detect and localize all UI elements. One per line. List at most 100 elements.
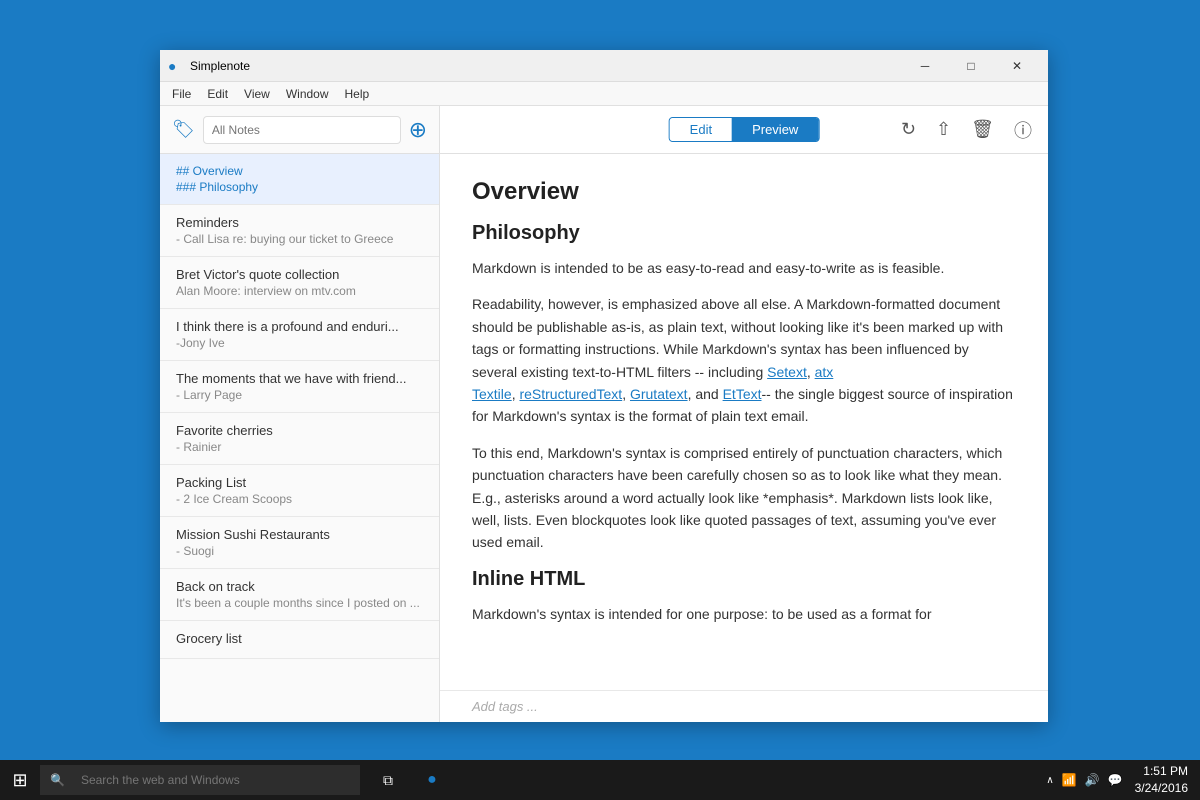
app-window: ● Simplenote ─ □ ✕ File Edit View Window… [160, 50, 1048, 722]
menu-view[interactable]: View [236, 85, 278, 103]
note-preview: It's been a couple months since I posted… [176, 596, 423, 610]
volume-icon: 🔊 [1085, 773, 1100, 787]
menu-bar: File Edit View Window Help [160, 82, 1048, 106]
window-titlebar: ● Simplenote ─ □ ✕ [160, 50, 1048, 82]
note-paragraph-1: Markdown is intended to be as easy-to-re… [472, 257, 1016, 279]
note-heading-3: Inline HTML [472, 568, 1016, 591]
link-grutatext[interactable]: Grutatext [630, 386, 688, 402]
maximize-button[interactable]: □ [948, 50, 994, 82]
note-preview: - Suogi [176, 544, 423, 558]
note-preview: -Jony Ive [176, 336, 423, 350]
systray: ∧ 📶 🔊 💬 [1046, 773, 1122, 787]
link-ettext[interactable]: EtText [723, 386, 762, 402]
menu-file[interactable]: File [164, 85, 199, 103]
note-title: ## Overview [176, 164, 423, 178]
note-paragraph-4: Markdown's syntax is intended for one pu… [472, 603, 1016, 625]
note-preview: ### Philosophy [176, 180, 423, 194]
network-icon: 📶 [1062, 773, 1077, 787]
window-controls: ─ □ ✕ [902, 50, 1040, 82]
notification-icon: 💬 [1108, 773, 1123, 787]
note-title: Mission Sushi Restaurants [176, 527, 423, 542]
search-icon: 🔍 [50, 773, 65, 787]
note-title: Favorite cherries [176, 423, 423, 438]
list-item[interactable]: Packing List - 2 Ice Cream Scoops [160, 465, 439, 517]
para2-text: Readability, however, is emphasized abov… [472, 296, 1003, 379]
clock: 1:51 PM 3/24/2016 [1135, 763, 1188, 797]
app-icon: ● [168, 58, 184, 74]
sidebar: 🏷 ⊕ ## Overview ### Philosophy Reminders… [160, 106, 440, 722]
note-preview: - Call Lisa re: buying our ticket to Gre… [176, 232, 423, 246]
list-item[interactable]: Bret Victor's quote collection Alan Moor… [160, 257, 439, 309]
list-item[interactable]: ## Overview ### Philosophy [160, 154, 439, 205]
comma3: , [622, 386, 630, 402]
search-input[interactable] [203, 116, 401, 144]
menu-help[interactable]: Help [337, 85, 378, 103]
windows-icon: ⊞ [12, 770, 27, 791]
note-title: Bret Victor's quote collection [176, 267, 423, 282]
note-heading-1: Overview [472, 178, 1016, 206]
edit-preview-toggle: Edit Preview [669, 117, 820, 142]
edit-button[interactable]: Edit [670, 118, 732, 141]
info-button[interactable]: ⓘ [1014, 117, 1032, 143]
taskbar-search-input[interactable] [81, 773, 321, 787]
minimize-button[interactable]: ─ [902, 50, 948, 82]
info-icon: ⓘ [1014, 121, 1032, 141]
task-view-icon: ⧉ [383, 772, 393, 789]
link-setext[interactable]: Setext [767, 364, 807, 380]
date-display: 3/24/2016 [1135, 780, 1188, 797]
share-button[interactable]: ⇧ [936, 117, 951, 143]
note-preview: Alan Moore: interview on mtv.com [176, 284, 423, 298]
tag-icon: 🏷 [172, 119, 195, 140]
menu-edit[interactable]: Edit [199, 85, 236, 103]
main-toolbar: Edit Preview ↻ ⇧ 🗑 [440, 106, 1048, 154]
app-content: 🏷 ⊕ ## Overview ### Philosophy Reminders… [160, 106, 1048, 722]
note-paragraph-2: Readability, however, is emphasized abov… [472, 293, 1016, 427]
toolbar-inner: Edit Preview ↻ ⇧ 🗑 [456, 117, 1032, 143]
note-preview: - Rainier [176, 440, 423, 454]
add-tags[interactable]: Add tags ... [472, 699, 538, 714]
delete-button[interactable]: 🗑 [971, 117, 994, 143]
simplenote-taskbar-button[interactable]: ● [412, 760, 452, 800]
history-icon: ↻ [901, 119, 916, 139]
link-textile[interactable]: Textile [472, 386, 512, 402]
window-title: Simplenote [190, 59, 902, 73]
note-preview: - 2 Ice Cream Scoops [176, 492, 423, 506]
list-item[interactable]: Mission Sushi Restaurants - Suogi [160, 517, 439, 569]
taskbar-right: ∧ 📶 🔊 💬 1:51 PM 3/24/2016 [1046, 763, 1200, 797]
list-item[interactable]: The moments that we have with friend... … [160, 361, 439, 413]
preview-button[interactable]: Preview [732, 118, 818, 141]
list-item[interactable]: I think there is a profound and enduri..… [160, 309, 439, 361]
notes-list: ## Overview ### Philosophy Reminders - C… [160, 154, 439, 722]
sidebar-header: 🏷 ⊕ [160, 106, 439, 154]
note-title: Packing List [176, 475, 423, 490]
menu-window[interactable]: Window [278, 85, 337, 103]
link-atx[interactable]: atx [815, 364, 834, 380]
note-heading-2: Philosophy [472, 222, 1016, 245]
history-button[interactable]: ↻ [901, 117, 916, 143]
note-paragraph-3: To this end, Markdown's syntax is compri… [472, 442, 1016, 554]
note-title: Back on track [176, 579, 423, 594]
and-text: , and [688, 386, 723, 402]
link-restructuredtext[interactable]: reStructuredText [519, 386, 622, 402]
close-button[interactable]: ✕ [994, 50, 1040, 82]
list-item[interactable]: Favorite cherries - Rainier [160, 413, 439, 465]
simplenote-taskbar-icon: ● [427, 771, 437, 789]
note-title: Reminders [176, 215, 423, 230]
list-item[interactable]: Reminders - Call Lisa re: buying our tic… [160, 205, 439, 257]
note-preview: - Larry Page [176, 388, 423, 402]
list-item[interactable]: Back on track It's been a couple months … [160, 569, 439, 621]
taskbar-icons: ⧉ ● [360, 760, 460, 800]
taskbar: ⊞ 🔍 ⧉ ● ∧ 📶 🔊 💬 1:51 PM 3/24/2016 [0, 760, 1200, 800]
list-item[interactable]: Grocery list [160, 621, 439, 659]
chevron-icon[interactable]: ∧ [1046, 775, 1053, 786]
share-icon: ⇧ [936, 119, 951, 139]
new-note-button[interactable]: ⊕ [409, 117, 427, 143]
start-button[interactable]: ⊞ [0, 760, 40, 800]
note-body: Overview Philosophy Markdown is intended… [440, 154, 1048, 690]
task-view-button[interactable]: ⧉ [368, 760, 408, 800]
note-footer: Add tags ... [440, 690, 1048, 722]
note-title: The moments that we have with friend... [176, 371, 423, 386]
note-title: I think there is a profound and enduri..… [176, 319, 423, 334]
search-bar: 🔍 [40, 765, 360, 795]
main-content: Edit Preview ↻ ⇧ 🗑 [440, 106, 1048, 722]
